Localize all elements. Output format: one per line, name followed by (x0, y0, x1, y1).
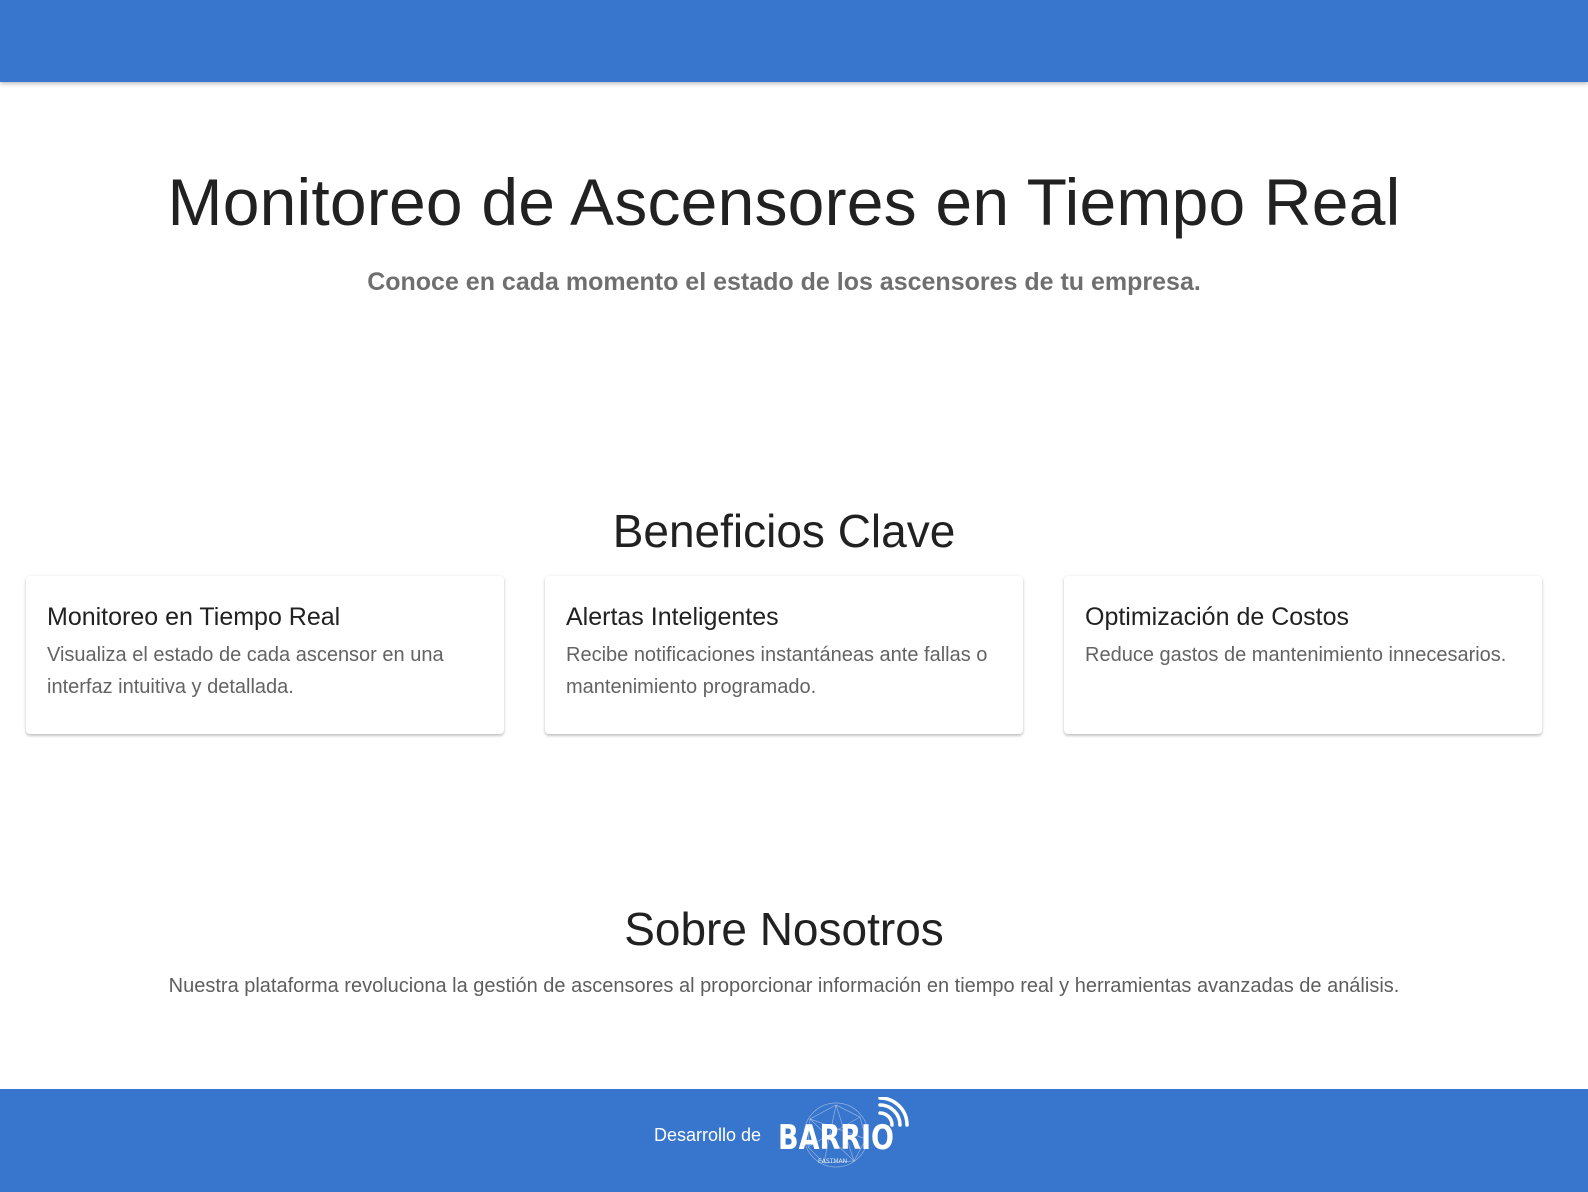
benefits-title: Beneficios Clave (612, 505, 956, 557)
about-text: Nuestra plataforma revoluciona la gestió… (168, 975, 1400, 997)
logo-subtext: EASTMAN (818, 1158, 847, 1165)
footer-credit-label: Desarrollo de (654, 1125, 762, 1145)
barrio-logo[interactable]: BARRIO EASTMAN (776, 1097, 916, 1172)
benefit-card-text: Reduce gastos de mantenimiento innecesar… (1085, 644, 1507, 666)
benefit-card-text: Recibe notificaciones instantáneas ante … (566, 644, 988, 698)
benefit-card-alerts: Alertas Inteligentes Recibe notificacion… (545, 576, 1023, 734)
benefit-card-title: Alertas Inteligentes (566, 603, 779, 631)
about-title: Sobre Nosotros (624, 903, 944, 955)
benefit-card-text: Visualiza el estado de cada ascensor en … (47, 644, 444, 698)
hero-title: Monitoreo de Ascensores en Tiempo Real (167, 165, 1401, 239)
benefit-card-title: Optimización de Costos (1085, 603, 1350, 631)
benefit-card-monitoring: Monitoreo en Tiempo Real Visualiza el es… (26, 576, 504, 734)
benefit-card-title: Monitoreo en Tiempo Real (47, 603, 341, 631)
benefit-card-costs: Optimización de Costos Reduce gastos de … (1064, 576, 1542, 734)
logo-wordmark: BARRIO (778, 1118, 894, 1158)
top-app-bar (0, 0, 1588, 82)
hero-subtitle: Conoce en cada momento el estado de los … (367, 268, 1201, 296)
